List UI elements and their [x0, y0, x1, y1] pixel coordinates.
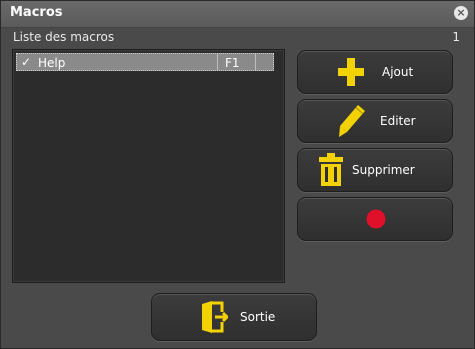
- macro-list[interactable]: ✓ Help F1: [12, 49, 285, 283]
- trash-icon: [319, 153, 343, 186]
- record-icon: [366, 209, 386, 229]
- check-icon: ✓: [21, 55, 32, 69]
- delete-button[interactable]: Supprimer: [297, 148, 453, 192]
- macro-count: 1: [452, 30, 460, 44]
- plus-icon: [338, 58, 364, 86]
- edit-button[interactable]: Editer: [297, 99, 453, 143]
- record-button[interactable]: [297, 197, 453, 241]
- column-divider: [255, 54, 256, 70]
- title-bar[interactable]: Macros ×: [1, 1, 474, 28]
- add-button[interactable]: Ajout: [297, 50, 453, 94]
- exit-button[interactable]: Sortie: [151, 293, 317, 341]
- exit-door-icon: [202, 301, 228, 333]
- edit-button-label: Editer: [380, 114, 416, 128]
- add-button-label: Ajout: [382, 65, 414, 79]
- exit-button-label: Sortie: [240, 310, 276, 324]
- close-icon[interactable]: ×: [454, 6, 468, 20]
- macro-shortcut: F1: [225, 56, 240, 70]
- column-divider: [217, 54, 218, 70]
- pencil-icon: [339, 105, 365, 137]
- list-item[interactable]: ✓ Help F1: [16, 53, 274, 71]
- macro-list-label: Liste des macros: [13, 30, 115, 44]
- macro-name: Help: [38, 56, 66, 70]
- delete-button-label: Supprimer: [352, 163, 415, 177]
- macros-dialog: Macros × Liste des macros 1 ✓ Help F1 Aj…: [0, 0, 475, 349]
- dialog-title: Macros: [10, 5, 63, 20]
